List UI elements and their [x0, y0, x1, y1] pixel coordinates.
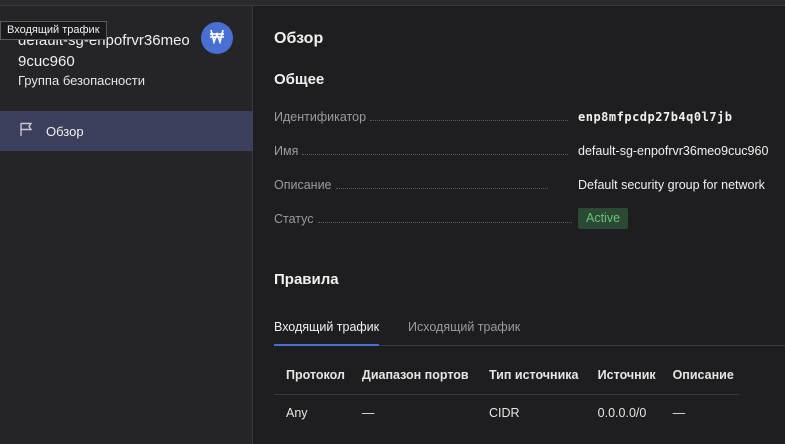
flag-icon — [18, 121, 34, 142]
sidebar-item-overview[interactable]: Обзор — [0, 111, 253, 151]
property-row-name: Имя default-sg-enpofrvr36meo9cuc960 — [274, 141, 785, 161]
property-row-id: Идентификатор enp8mfpcdp27b4q0l7jb — [274, 107, 785, 127]
cell-source: 0.0.0.0/0 — [597, 406, 647, 421]
property-key: Статус — [274, 212, 314, 226]
sidebar-item-label: Обзор — [46, 123, 84, 139]
cell-protocol: Any — [286, 406, 308, 421]
dotted-leader — [335, 187, 548, 189]
property-row-status: Статус Active — [274, 208, 785, 229]
dotted-leader — [370, 119, 569, 121]
rules-section-title: Правила — [274, 271, 339, 288]
table-row[interactable]: Any — CIDR 0.0.0.0/0 — — [274, 394, 739, 432]
dotted-leader — [317, 221, 572, 223]
cell-port-range: — — [361, 406, 375, 421]
property-key: Описание — [274, 178, 332, 192]
column-header-port-range: Диапазон портов — [349, 356, 478, 395]
table-header-row: Протокол Диапазон портов Тип источника И… — [274, 356, 739, 395]
dotted-leader — [302, 153, 569, 155]
property-key: Идентификатор — [274, 110, 367, 124]
tab-inbound-traffic[interactable]: Входящий трафик — [274, 320, 380, 346]
cell-source-type: CIDR — [489, 406, 520, 421]
property-value[interactable]: enp8mfpcdp27b4q0l7jb — [578, 110, 733, 124]
cell-description: — — [672, 406, 686, 421]
rules-table: Протокол Диапазон портов Тип источника И… — [274, 356, 739, 432]
resource-subtitle: Группа безопасности — [18, 73, 145, 88]
page-title: Обзор — [274, 30, 324, 47]
network-icon — [209, 28, 225, 49]
column-header-protocol: Протокол — [274, 356, 350, 395]
property-key: Имя — [274, 144, 299, 158]
column-header-source-type: Тип источника — [477, 356, 586, 395]
sidebar: default-sg-enpofrvr36meo9cuc960 Группа б… — [0, 6, 253, 444]
traffic-tabs: Входящий трафик Исходящий трафик — [274, 316, 785, 346]
resource-badge — [201, 22, 233, 54]
tooltip: Входящий трафик — [0, 21, 107, 40]
tab-outbound-traffic[interactable]: Исходящий трафик — [408, 320, 520, 346]
main-content: Обзор Общее Идентификатор enp8mfpcdp27b4… — [274, 6, 785, 444]
status-badge: Active — [578, 208, 629, 229]
property-value: Default security group for network — [578, 178, 765, 192]
property-row-description: Описание Default security group for netw… — [274, 175, 785, 195]
column-header-source: Источник — [585, 356, 661, 395]
column-header-description: Описание — [660, 356, 739, 395]
general-section-title: Общее — [274, 71, 325, 88]
property-value: default-sg-enpofrvr36meo9cuc960 — [578, 144, 769, 158]
